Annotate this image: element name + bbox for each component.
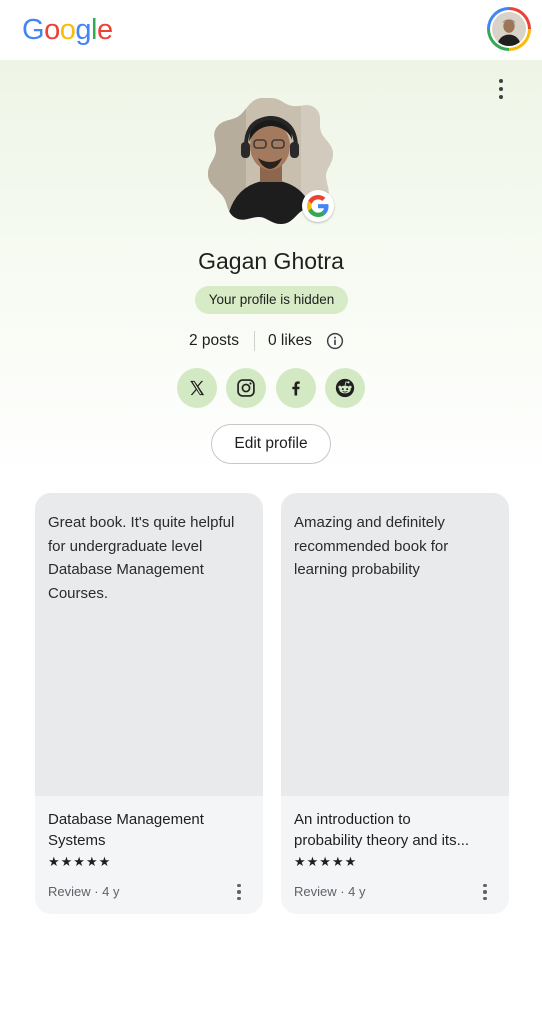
- google-logo[interactable]: Google: [22, 12, 113, 48]
- instagram-button[interactable]: [226, 368, 266, 408]
- likes-count: 0 likes: [268, 332, 312, 349]
- top-app-bar: Google: [0, 0, 542, 60]
- card-more-options-icon[interactable]: [477, 882, 493, 902]
- posts-count: 2 posts: [189, 332, 239, 349]
- google-g-icon: [307, 195, 329, 217]
- book-title-line2: Systems: [48, 832, 106, 849]
- x-icon: [190, 380, 205, 396]
- google-badge-icon: [302, 190, 334, 222]
- review-meta: Review · 4 y: [48, 884, 120, 899]
- logo-letter-e: e: [96, 14, 113, 46]
- more-options-icon[interactable]: [488, 76, 514, 102]
- profile-name: Gagan Ghotra: [198, 248, 344, 274]
- review-card[interactable]: Great book. It's quite helpful for under…: [35, 493, 263, 914]
- book-title: Database Management Systems: [48, 809, 253, 851]
- logo-letter-o1: o: [44, 14, 60, 46]
- reddit-icon: [335, 378, 355, 398]
- review-text: Great book. It's quite helpful for under…: [35, 493, 263, 796]
- profile-stats: 2 posts 0 likes: [0, 330, 542, 352]
- logo-letter-g1: G: [22, 14, 45, 46]
- book-title-line2: probability theory and its...: [294, 832, 470, 849]
- logo-letter-o2: o: [59, 14, 76, 46]
- stats-divider: [254, 331, 255, 351]
- star-rating: ★★★★★: [294, 855, 358, 870]
- info-icon[interactable]: [326, 332, 344, 350]
- book-title: An introduction to probability theory an…: [294, 809, 499, 851]
- instagram-icon: [237, 379, 255, 397]
- account-avatar-ring: [490, 10, 528, 48]
- facebook-button[interactable]: [276, 368, 316, 408]
- reddit-button[interactable]: [325, 368, 365, 408]
- book-title-line1: An introduction to: [294, 811, 411, 828]
- review-text: Amazing and definitely recommended book …: [281, 493, 509, 796]
- account-avatar[interactable]: [487, 7, 531, 51]
- facebook-icon: [292, 381, 300, 396]
- star-rating: ★★★★★: [48, 855, 112, 870]
- account-avatar-photo: [492, 12, 526, 46]
- profile-page: Google Gagan Ghotra Your profile is hidd…: [0, 0, 542, 1024]
- review-card[interactable]: Amazing and definitely recommended book …: [281, 493, 509, 914]
- profile-visibility-chip: Your profile is hidden: [195, 286, 348, 314]
- book-title-line1: Database Management: [48, 811, 204, 828]
- edit-profile-button[interactable]: Edit profile: [211, 424, 331, 464]
- social-links: [0, 368, 542, 408]
- logo-letter-g2: g: [75, 14, 91, 46]
- card-more-options-icon[interactable]: [231, 882, 247, 902]
- review-meta: Review · 4 y: [294, 884, 366, 899]
- x-button[interactable]: [177, 368, 217, 408]
